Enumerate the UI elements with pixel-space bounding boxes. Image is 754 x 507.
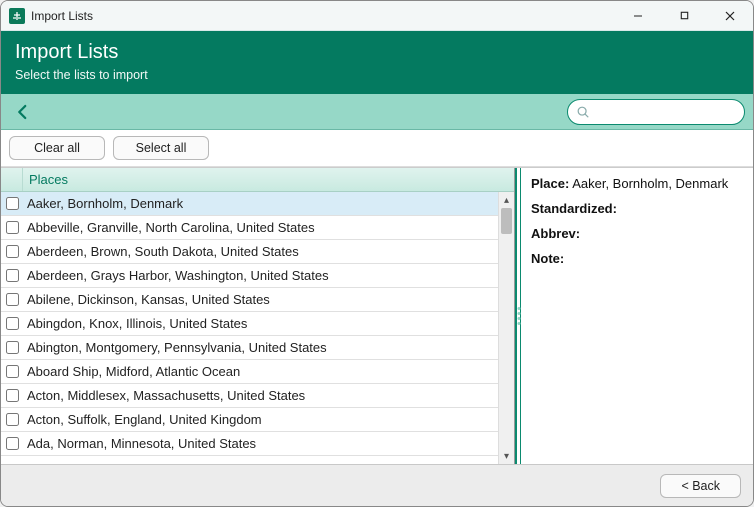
app-icon [9,8,25,24]
list-row[interactable]: Abilene, Dickinson, Kansas, United State… [1,288,498,312]
row-checkbox[interactable] [6,413,19,426]
clear-all-button[interactable]: Clear all [9,136,105,160]
detail-place: Place: Aaker, Bornholm, Denmark [531,176,743,191]
scroll-thumb[interactable] [501,208,512,234]
scroll-track[interactable] [499,208,514,448]
list-panel: Places Aaker, Bornholm, Denmark Abbeville… [1,168,515,464]
row-text: Abilene, Dickinson, Kansas, United State… [23,292,270,307]
search-icon [576,105,590,119]
list-row[interactable]: Aboard Ship, Midford, Atlantic Ocean [1,360,498,384]
window: Import Lists Import Lists Select the lis… [0,0,754,507]
list-row[interactable]: Acton, Suffolk, England, United Kingdom [1,408,498,432]
row-checkbox-cell [1,413,23,426]
row-checkbox[interactable] [6,197,19,210]
list-row[interactable]: Ada, Norman, Minnesota, United States [1,432,498,456]
row-text: Aboard Ship, Midford, Atlantic Ocean [23,364,240,379]
search-input[interactable] [594,105,736,119]
row-checkbox-cell [1,221,23,234]
titlebar: Import Lists [1,1,753,31]
minimize-button[interactable] [615,1,661,31]
row-checkbox[interactable] [6,221,19,234]
row-text: Ada, Norman, Minnesota, United States [23,436,256,451]
splitter-handle[interactable] [515,168,521,464]
vertical-scrollbar[interactable]: ▴ ▾ [498,192,514,464]
row-checkbox-cell [1,365,23,378]
row-text: Aberdeen, Brown, South Dakota, United St… [23,244,299,259]
detail-standardized: Standardized: [531,201,743,216]
detail-abbrev-label: Abbrev: [531,226,580,241]
list-row[interactable]: Aberdeen, Grays Harbor, Washington, Unit… [1,264,498,288]
row-checkbox[interactable] [6,269,19,282]
page-title: Import Lists [15,41,739,64]
row-checkbox-cell [1,341,23,354]
row-checkbox[interactable] [6,245,19,258]
scroll-down-arrow-icon[interactable]: ▾ [499,448,514,464]
row-checkbox[interactable] [6,317,19,330]
list-row[interactable]: Abbeville, Granville, North Carolina, Un… [1,216,498,240]
row-text: Acton, Suffolk, England, United Kingdom [23,412,262,427]
row-text: Abingdon, Knox, Illinois, United States [23,316,247,331]
row-checkbox[interactable] [6,365,19,378]
detail-note-label: Note: [531,251,564,266]
page-subtitle: Select the lists to import [15,68,739,82]
list-header-label: Places [23,172,68,187]
row-checkbox[interactable] [6,341,19,354]
row-checkbox[interactable] [6,293,19,306]
header-checkbox-column [1,168,23,191]
row-checkbox-cell [1,197,23,210]
back-arrow-icon[interactable] [9,98,37,126]
selection-buttons-row: Clear all Select all [1,130,753,167]
detail-panel: Place: Aaker, Bornholm, Denmark Standard… [521,168,753,464]
row-checkbox-cell [1,269,23,282]
list-header: Places [1,168,514,192]
select-all-button[interactable]: Select all [113,136,209,160]
scroll-up-arrow-icon[interactable]: ▴ [499,192,514,208]
detail-place-label: Place: [531,176,569,191]
detail-abbrev: Abbrev: [531,226,743,241]
detail-standardized-label: Standardized: [531,201,617,216]
back-button[interactable]: < Back [660,474,741,498]
row-text: Acton, Middlesex, Massachusetts, United … [23,388,305,403]
footer: < Back [1,464,753,506]
detail-note: Note: [531,251,743,266]
row-text: Abbeville, Granville, North Carolina, Un… [23,220,315,235]
maximize-button[interactable] [661,1,707,31]
row-text: Aberdeen, Grays Harbor, Washington, Unit… [23,268,329,283]
list-row[interactable]: Abingdon, Knox, Illinois, United States [1,312,498,336]
window-title: Import Lists [31,9,93,23]
list-row[interactable]: Acton, Middlesex, Massachusetts, United … [1,384,498,408]
row-checkbox-cell [1,317,23,330]
list-row[interactable]: Aaker, Bornholm, Denmark [1,192,498,216]
detail-place-value: Aaker, Bornholm, Denmark [572,176,728,191]
row-checkbox-cell [1,245,23,258]
row-checkbox[interactable] [6,389,19,402]
row-checkbox-cell [1,389,23,402]
row-checkbox[interactable] [6,437,19,450]
page-header: Import Lists Select the lists to import [1,31,753,94]
row-text: Aaker, Bornholm, Denmark [23,196,183,211]
list-row[interactable]: Aberdeen, Brown, South Dakota, United St… [1,240,498,264]
list-row[interactable]: Abington, Montgomery, Pennsylvania, Unit… [1,336,498,360]
row-checkbox-cell [1,293,23,306]
list-body: Aaker, Bornholm, Denmark Abbeville, Granv… [1,192,514,464]
toolbar-strip [1,94,753,130]
search-field-wrap [567,99,745,125]
row-text: Abington, Montgomery, Pennsylvania, Unit… [23,340,327,355]
row-checkbox-cell [1,437,23,450]
close-button[interactable] [707,1,753,31]
main-content: Places Aaker, Bornholm, Denmark Abbeville… [1,167,753,464]
